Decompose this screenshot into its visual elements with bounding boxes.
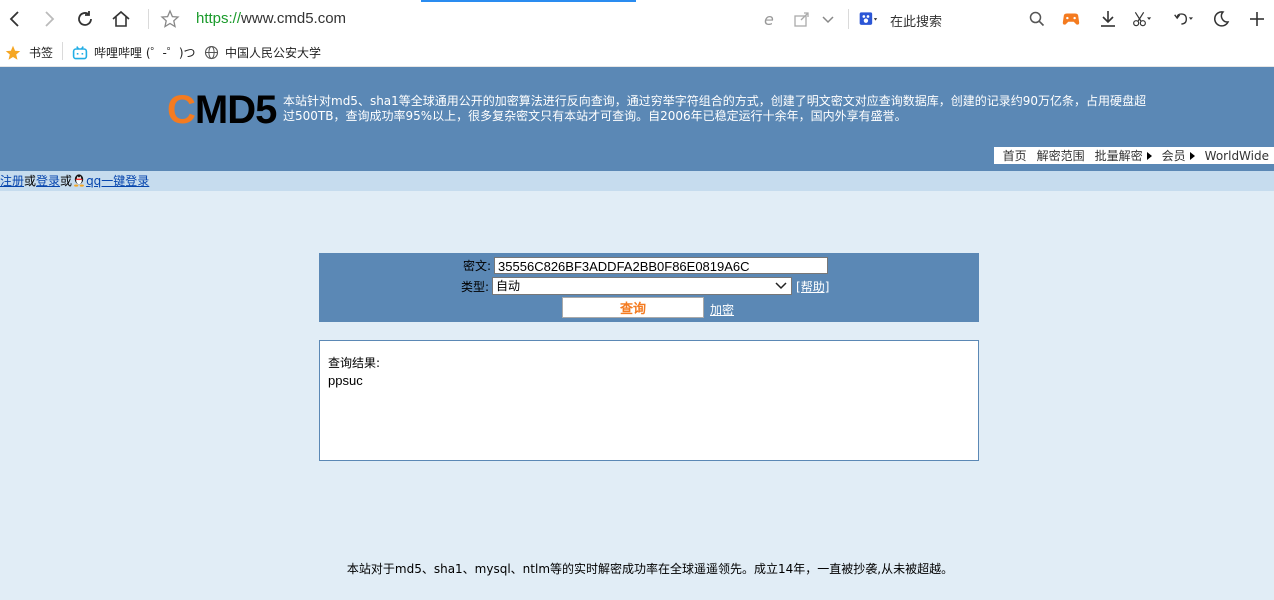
query-form: 密文: 35556C826BF3ADDFA2BB0F86E0819A6C 类型:… bbox=[319, 253, 979, 322]
reload-icon bbox=[78, 11, 92, 26]
undo-icon bbox=[1174, 13, 1193, 25]
result-title: 查询结果: bbox=[328, 356, 381, 370]
qq-penguin-icon bbox=[72, 173, 86, 187]
logo-text: MD5 bbox=[194, 88, 277, 132]
bilibili-icon bbox=[72, 45, 88, 61]
favorite-button[interactable] bbox=[157, 6, 183, 32]
toolbar-divider bbox=[148, 9, 149, 29]
register-link[interactable]: 注册 bbox=[0, 174, 24, 188]
back-arrow-icon bbox=[9, 11, 19, 27]
bookmarks-bar: 书签 哔哩哔哩 (゜-゜)つ 中国人民公安大学 bbox=[0, 38, 1274, 67]
qq-login-link[interactable]: qq一键登录 bbox=[86, 174, 149, 188]
globe-icon bbox=[204, 45, 219, 60]
chevron-down-icon bbox=[822, 16, 834, 24]
type-select-value: 自动 bbox=[496, 279, 521, 293]
reload-button[interactable] bbox=[72, 6, 98, 32]
baidu-paw-icon bbox=[859, 12, 878, 25]
encrypt-link[interactable]: 加密 bbox=[710, 301, 734, 318]
bookmark-item[interactable]: 书签 bbox=[5, 44, 53, 61]
gamepad-icon bbox=[1062, 13, 1080, 25]
home-icon bbox=[112, 10, 130, 27]
login-link[interactable]: 登录 bbox=[36, 174, 60, 188]
bookmark-item[interactable]: 中国人民公安大学 bbox=[204, 44, 321, 61]
star-outline-icon bbox=[160, 9, 180, 28]
logo-letter-c: C bbox=[167, 88, 196, 132]
bookmark-label: 书签 bbox=[29, 46, 54, 60]
bookmark-label: 哔哩哔哩 (゜-゜)つ bbox=[94, 46, 196, 60]
type-select[interactable]: 自动 bbox=[492, 277, 793, 295]
chevron-down-icon bbox=[775, 282, 787, 290]
ie-icon: e bbox=[764, 10, 774, 29]
cipher-input[interactable]: 35556C826BF3ADDFA2BB0F86E0819A6C bbox=[494, 257, 829, 274]
nav-member[interactable]: 会员 bbox=[1157, 147, 1200, 164]
undo-close-button[interactable] bbox=[1170, 6, 1196, 32]
nav-label: 会员 bbox=[1161, 149, 1186, 163]
forward-arrow-icon bbox=[45, 11, 55, 27]
search-input[interactable]: 在此搜索 bbox=[890, 11, 942, 30]
nav-decrypt-range[interactable]: 解密范围 bbox=[1032, 147, 1090, 164]
help-link[interactable]: [帮助] bbox=[796, 278, 829, 295]
share-icon bbox=[794, 12, 809, 27]
nav-label: 批量解密 bbox=[1094, 149, 1143, 163]
site-logo[interactable]: CMD5 bbox=[167, 87, 277, 133]
svg-text:e: e bbox=[764, 10, 774, 29]
search-button[interactable] bbox=[1024, 6, 1050, 32]
address-bar[interactable]: https://www.cmd5.com bbox=[196, 10, 346, 27]
nav-label: WorldWide bbox=[1204, 148, 1269, 163]
moon-icon bbox=[1213, 11, 1230, 27]
nav-home[interactable]: 首页 bbox=[998, 147, 1032, 164]
download-button[interactable] bbox=[1095, 6, 1121, 32]
screenshot-button[interactable] bbox=[1129, 6, 1155, 32]
loading-progress-bar bbox=[421, 0, 636, 2]
plus-icon bbox=[1250, 12, 1264, 26]
or-text: 或 bbox=[60, 174, 73, 188]
back-button[interactable] bbox=[2, 6, 28, 32]
url-scheme: https:// bbox=[196, 10, 242, 27]
type-row: 类型: 自动 [帮助] bbox=[461, 277, 829, 295]
site-nav: 首页 解密范围 批量解密 会员 WorldWide bbox=[993, 147, 1274, 164]
login-bar: 注册或登录或 qq一键登录 bbox=[0, 171, 1274, 191]
cipher-label: 密文: bbox=[463, 259, 492, 273]
nav-worldwide[interactable]: WorldWide bbox=[1200, 149, 1274, 163]
night-mode-button[interactable] bbox=[1208, 6, 1234, 32]
result-panel: 查询结果: ppsuc bbox=[319, 340, 979, 461]
cipher-row: 密文: 35556C826BF3ADDFA2BB0F86E0819A6C bbox=[463, 257, 829, 274]
result-value: ppsuc bbox=[328, 373, 363, 388]
ie-mode-button[interactable]: e bbox=[758, 6, 784, 32]
forward-button[interactable] bbox=[36, 6, 62, 32]
site-header: CMD5 本站针对md5、sha1等全球通用公开的加密算法进行反向查询，通过穷举… bbox=[0, 67, 1274, 171]
download-icon bbox=[1101, 11, 1115, 27]
footer-text: 本站对于md5、sha1、mysql、ntlm等的实时解密成功率在全球遥遥领先。… bbox=[346, 562, 954, 576]
caret-right-icon bbox=[1189, 151, 1195, 160]
or-text: 或 bbox=[24, 174, 37, 188]
bookmark-label: 中国人民公安大学 bbox=[225, 46, 322, 60]
nav-batch-decrypt[interactable]: 批量解密 bbox=[1090, 147, 1157, 164]
scissors-icon bbox=[1133, 12, 1152, 27]
site-description: 本站针对md5、sha1等全球通用公开的加密算法进行反向查询，通过穷举字符组合的… bbox=[283, 94, 1147, 123]
type-label: 类型: bbox=[461, 279, 490, 294]
game-center-button[interactable] bbox=[1058, 6, 1084, 32]
home-button[interactable] bbox=[108, 6, 134, 32]
share-button[interactable] bbox=[789, 6, 815, 32]
nav-label: 首页 bbox=[1002, 149, 1027, 163]
toolbar-divider bbox=[848, 9, 849, 29]
caret-right-icon bbox=[1146, 151, 1152, 160]
url-dropdown-button[interactable] bbox=[815, 6, 841, 32]
search-engine-selector[interactable] bbox=[855, 6, 881, 32]
search-icon bbox=[1029, 11, 1045, 27]
url-host: www.cmd5.com bbox=[241, 10, 347, 27]
bookmark-divider bbox=[62, 42, 63, 60]
star-icon bbox=[5, 45, 21, 61]
browser-toolbar: https://www.cmd5.com e 在此搜索 bbox=[0, 0, 1274, 39]
query-button[interactable]: 查询 bbox=[562, 297, 704, 318]
bookmark-item[interactable]: 哔哩哔哩 (゜-゜)つ bbox=[72, 44, 196, 61]
nav-label: 解密范围 bbox=[1036, 149, 1085, 163]
new-tab-button[interactable] bbox=[1244, 6, 1270, 32]
